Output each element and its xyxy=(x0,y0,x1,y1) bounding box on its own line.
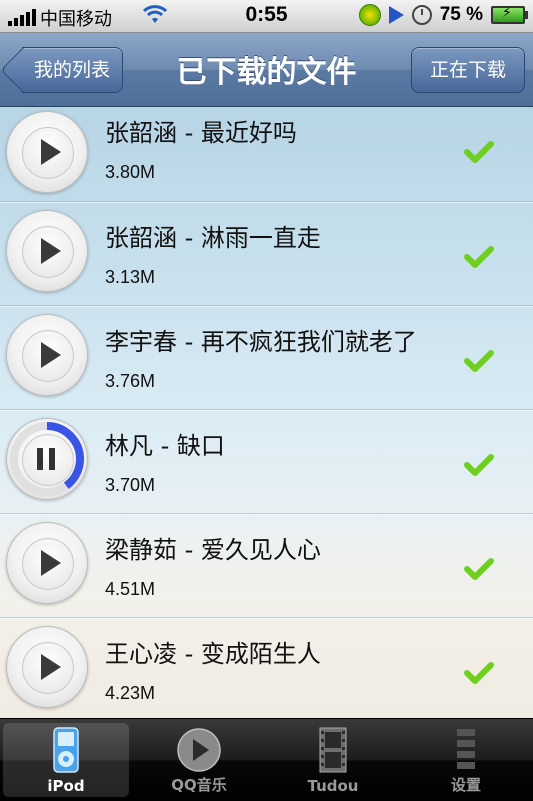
battery-charging-icon: ⚡ xyxy=(491,5,528,24)
downloaded-check-icon xyxy=(464,662,494,684)
list-item[interactable]: 梁静茹 - 爱久见人心 4.51M xyxy=(0,514,533,618)
list-item[interactable]: 李宇春 - 再不疯狂我们就老了 3.76M xyxy=(0,306,533,410)
downloaded-check-icon xyxy=(464,246,494,268)
alarm-clock-icon xyxy=(411,5,432,25)
song-title: 张韶涵 - 最近好吗 xyxy=(105,119,297,147)
downloaded-check-icon xyxy=(464,350,494,372)
tab-label: Tudou xyxy=(307,777,359,795)
tab-label: iPod xyxy=(47,777,85,795)
play-button[interactable] xyxy=(6,111,88,193)
play-button[interactable] xyxy=(6,626,88,708)
downloading-button[interactable]: 正在下载 xyxy=(411,47,525,93)
song-size: 3.76M xyxy=(105,371,156,391)
song-size: 4.23M xyxy=(105,683,156,703)
song-size: 3.80M xyxy=(105,162,156,182)
downloaded-song-list: 张韶涵 - 最近好吗 3.80M 张韶涵 - 淋雨一直走 3.13M 李宇春 -… xyxy=(0,107,533,718)
list-item[interactable]: 张韶涵 - 最近好吗 3.80M xyxy=(0,107,533,202)
ipod-icon xyxy=(53,727,79,773)
play-icon xyxy=(41,654,61,680)
play-button[interactable] xyxy=(6,522,88,604)
song-title: 王心凌 - 变成陌生人 xyxy=(105,640,321,668)
qq-music-play-icon xyxy=(177,728,221,772)
battery-percent: 75 % xyxy=(439,4,483,25)
tab-tudou[interactable]: Tudou xyxy=(270,723,396,797)
list-item[interactable]: 王心凌 - 变成陌生人 4.23M xyxy=(0,618,533,718)
now-playing-icon xyxy=(388,6,404,24)
list-item[interactable]: 张韶涵 - 淋雨一直走 3.13M xyxy=(0,202,533,306)
song-title: 李宇春 - 再不疯狂我们就老了 xyxy=(105,328,417,356)
song-size: 3.70M xyxy=(105,475,156,495)
tab-qq-music[interactable]: QQ音乐 xyxy=(136,723,262,797)
status-bar: 中国移动 0:55 75 % ⚡ xyxy=(0,0,533,33)
play-icon xyxy=(41,550,61,576)
tab-label: QQ音乐 xyxy=(171,776,227,794)
navigation-bar: 我的列表 已下载的文件 正在下载 xyxy=(0,33,533,107)
play-icon xyxy=(41,238,61,264)
downloaded-check-icon xyxy=(464,141,494,163)
settings-icon xyxy=(457,729,475,769)
list-item[interactable]: 林凡 - 缺口 3.70M xyxy=(0,410,533,514)
pause-button[interactable] xyxy=(6,418,88,500)
tab-label: 设置 xyxy=(450,776,481,794)
security-app-icon xyxy=(358,4,381,26)
tab-settings[interactable]: 设置 xyxy=(403,723,529,797)
song-size: 4.51M xyxy=(105,579,156,599)
tab-ipod[interactable]: iPod xyxy=(3,723,129,797)
tab-bar: iPod QQ音乐 Tudou 设置 xyxy=(0,718,533,801)
film-strip-icon xyxy=(319,727,347,773)
downloaded-check-icon xyxy=(464,558,494,580)
play-icon xyxy=(41,342,61,368)
play-button[interactable] xyxy=(6,314,88,396)
song-title: 梁静茹 - 爱久见人心 xyxy=(105,536,321,564)
downloaded-check-icon xyxy=(464,454,494,476)
play-icon xyxy=(41,139,61,165)
song-title: 张韶涵 - 淋雨一直走 xyxy=(105,224,321,252)
pause-icon xyxy=(37,448,57,470)
song-size: 3.13M xyxy=(105,267,156,287)
song-title: 林凡 - 缺口 xyxy=(105,432,225,460)
play-button[interactable] xyxy=(6,210,88,292)
